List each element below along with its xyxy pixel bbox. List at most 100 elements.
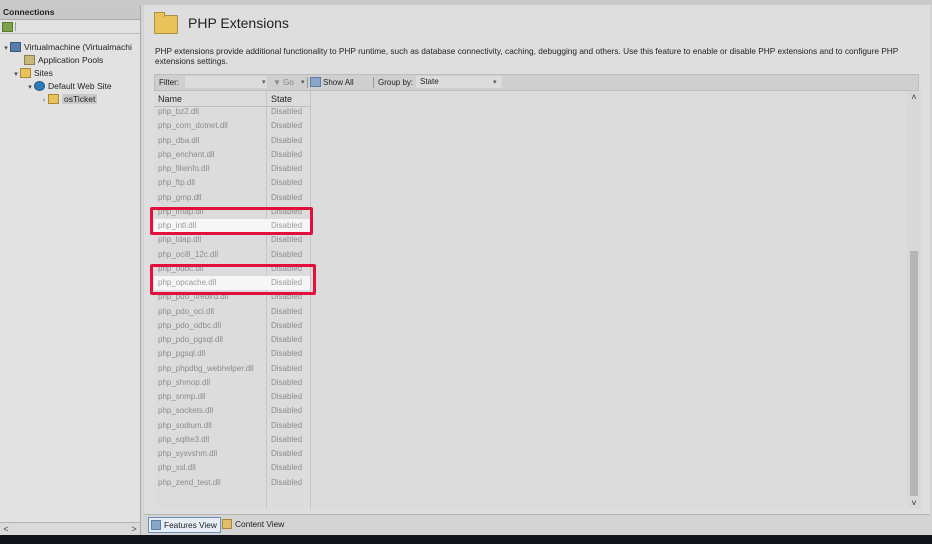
group-by-dropdown-icon[interactable]: ▾ bbox=[493, 75, 497, 90]
extension-name: php_zend_test.dll bbox=[158, 477, 221, 487]
tab-content-view[interactable]: Content View bbox=[220, 517, 287, 531]
extension-name: php_snmp.dll bbox=[158, 392, 206, 401]
list-item[interactable]: php_phpdbg_webhelper.dll Disabled bbox=[154, 362, 310, 376]
list-item[interactable]: php_sqlite3.dll Disabled bbox=[154, 433, 310, 447]
start-page-icon[interactable] bbox=[2, 22, 13, 32]
extension-name: php_sodium.dll bbox=[158, 420, 212, 430]
extension-name: php_bz2.dll bbox=[158, 107, 199, 116]
go-button[interactable]: ▼ Go bbox=[273, 75, 294, 90]
column-divider bbox=[310, 91, 311, 509]
tree-node-app-pools[interactable]: Application Pools bbox=[16, 54, 103, 67]
tree-node-sites[interactable]: ▾ Sites bbox=[12, 67, 53, 80]
content-view-icon bbox=[222, 518, 232, 529]
filter-dropdown-icon[interactable]: ▾ bbox=[262, 75, 266, 90]
globe-icon bbox=[34, 80, 45, 91]
extension-state: Disabled bbox=[271, 235, 303, 245]
computer-icon bbox=[10, 41, 21, 52]
extension-name: php_sqlite3.dll bbox=[158, 434, 210, 444]
column-header-state[interactable]: State bbox=[271, 91, 292, 106]
extension-state: Disabled bbox=[271, 420, 303, 430]
extension-name: php_dba.dll bbox=[158, 135, 200, 145]
list-item[interactable]: php_pdo_odbc.dll Disabled bbox=[154, 319, 310, 333]
collapse-arrow-icon[interactable]: ▾ bbox=[12, 68, 20, 81]
list-vertical-scrollbar[interactable]: ˄ ˅ bbox=[907, 91, 921, 509]
list-item[interactable]: php_sodium.dll Disabled bbox=[154, 419, 310, 433]
column-header-name[interactable]: Name bbox=[158, 91, 182, 106]
extension-name: php_ftp.dll bbox=[158, 178, 195, 188]
list-item[interactable]: php_enchant.dll Disabled bbox=[154, 148, 310, 162]
list-item[interactable]: php_pdo_oci.dll Disabled bbox=[154, 305, 310, 319]
extension-name: php_ldap.dll bbox=[158, 235, 202, 245]
list-item[interactable]: php_ldap.dll Disabled bbox=[154, 233, 310, 247]
iis-manager-window: Connections ▾ Virtualmachine (Virtualmach… bbox=[0, 0, 932, 544]
list-item[interactable]: php_shmop.dll Disabled bbox=[154, 376, 310, 390]
filter-label: Filter: bbox=[159, 78, 179, 87]
show-all-button[interactable]: Show All bbox=[310, 75, 354, 90]
list-item[interactable]: php_pgsql.dll Disabled bbox=[154, 347, 310, 361]
extension-name: php_pdo_pgsql.dll bbox=[158, 335, 223, 344]
extension-state: Disabled bbox=[271, 107, 303, 116]
list-item[interactable]: php_pdo_pgsql.dll Disabled bbox=[154, 333, 310, 347]
tree-node-default-web-site[interactable]: ▾ Default Web Site bbox=[26, 80, 112, 93]
tree-node-server[interactable]: ▾ Virtualmachine (Virtualmachi bbox=[2, 41, 132, 54]
extension-name: php_phpdbg_webhelper.dll bbox=[158, 363, 254, 373]
page-description: PHP extensions provide additional functi… bbox=[155, 46, 899, 66]
scroll-left-icon[interactable]: < bbox=[1, 523, 11, 535]
highlight-box-intl bbox=[150, 207, 313, 235]
taskbar-strip bbox=[0, 535, 932, 544]
go-dropdown-icon[interactable]: ▾ bbox=[301, 75, 305, 90]
list-item[interactable]: php_gmp.dll Disabled bbox=[154, 191, 310, 205]
scroll-right-icon[interactable]: > bbox=[129, 523, 139, 535]
extension-state: Disabled bbox=[271, 178, 303, 188]
tree-node-label: Default Web Site bbox=[48, 81, 112, 91]
tab-features-view[interactable]: Features View bbox=[148, 517, 221, 533]
extension-state: Disabled bbox=[271, 320, 303, 330]
extension-state: Disabled bbox=[271, 149, 303, 159]
list-item[interactable]: php_com_dotnet.dll Disabled bbox=[154, 119, 310, 133]
list-item[interactable]: php_fileinfo.dll Disabled bbox=[154, 162, 310, 176]
extension-name: php_xsl.dll bbox=[158, 463, 196, 473]
extension-state: Disabled bbox=[271, 463, 303, 473]
tree-node-label: Sites bbox=[34, 68, 53, 78]
extension-name: php_pdo_oci.dll bbox=[158, 306, 215, 316]
scroll-up-icon[interactable]: ˄ bbox=[907, 91, 921, 103]
extension-name: php_pdo_odbc.dll bbox=[158, 320, 222, 330]
group-by-select[interactable]: State bbox=[416, 76, 502, 88]
extension-name: php_enchant.dll bbox=[158, 149, 215, 159]
tree-node-osticket[interactable]: › osTicket bbox=[40, 93, 98, 107]
scroll-down-icon[interactable]: ˅ bbox=[907, 497, 921, 509]
list-item[interactable]: php_ftp.dll Disabled bbox=[154, 176, 310, 190]
extension-state: Disabled bbox=[271, 192, 303, 202]
list-item[interactable]: php_dba.dll Disabled bbox=[154, 134, 310, 148]
filter-input[interactable] bbox=[185, 76, 267, 88]
list-item[interactable]: php_sysvshm.dll Disabled bbox=[154, 447, 310, 461]
tree-node-label: osTicket bbox=[62, 94, 98, 104]
extension-name: php_com_dotnet.dll bbox=[158, 121, 228, 131]
folder-icon bbox=[48, 93, 59, 104]
list-item[interactable]: php_xsl.dll Disabled bbox=[154, 461, 310, 475]
view-tabs-bar: Features View Content View bbox=[144, 514, 930, 535]
list-item[interactable]: php_zend_test.dll Disabled bbox=[154, 476, 310, 490]
extension-name: php_oci8_12c.dll bbox=[158, 249, 219, 259]
separator bbox=[373, 77, 374, 88]
toolbar-separator bbox=[15, 22, 16, 31]
list-item[interactable]: php_snmp.dll Disabled bbox=[154, 390, 310, 404]
extension-state: Disabled bbox=[271, 349, 303, 359]
group-by-label: Group by: bbox=[378, 78, 414, 87]
collapse-arrow-icon[interactable]: ▾ bbox=[26, 81, 34, 94]
go-icon: ▼ bbox=[273, 78, 284, 87]
filter-bar: Filter: ▾ ▼ Go ▾ Show All Group by: Stat… bbox=[154, 74, 919, 91]
connections-horizontal-scrollbar[interactable]: < > bbox=[0, 522, 140, 535]
expand-arrow-icon[interactable]: › bbox=[40, 94, 48, 107]
list-item[interactable]: php_sockets.dll Disabled bbox=[154, 404, 310, 418]
list-item[interactable]: php_oci8_12c.dll Disabled bbox=[154, 248, 310, 262]
extension-name: php_sockets.dll bbox=[158, 406, 214, 416]
collapse-arrow-icon[interactable]: ▾ bbox=[2, 42, 10, 55]
extension-state: Disabled bbox=[271, 135, 303, 145]
extension-state: Disabled bbox=[271, 335, 303, 344]
scrollbar-thumb[interactable] bbox=[910, 251, 918, 496]
features-view-icon bbox=[151, 519, 161, 530]
list-item[interactable]: php_bz2.dll Disabled bbox=[154, 105, 310, 119]
extension-state: Disabled bbox=[271, 392, 303, 401]
sort-ascending-icon: ^ bbox=[208, 91, 212, 95]
